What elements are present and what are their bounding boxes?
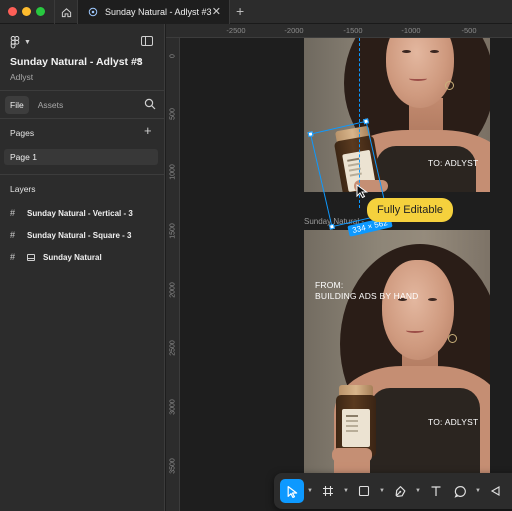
ruler-tick: 3500 (169, 458, 177, 474)
pen-icon (395, 485, 405, 497)
chevron-down-icon[interactable]: ▼ (135, 58, 142, 65)
hand-shape (332, 448, 372, 462)
main-menu-button[interactable]: ▼ (10, 36, 31, 49)
chevron-down-icon[interactable]: ▼ (340, 488, 352, 494)
earring-shape (445, 81, 454, 90)
new-tab-button[interactable]: + (236, 3, 244, 19)
move-tool-button[interactable] (280, 479, 304, 503)
tab-title: Sunday Natural - Adlyst #3 (105, 7, 212, 17)
text-tool-button[interactable] (424, 479, 448, 503)
title-bar: Sunday Natural - Adlyst #3 ✕ + (0, 0, 512, 24)
layers-title: Layers (10, 184, 36, 194)
ruler-tick: 2000 (169, 282, 177, 298)
eye-shape (430, 50, 439, 53)
panel-tabs: File Assets (5, 96, 68, 114)
design-canvas[interactable]: TO: ADLYST Sunday Natural - ... FROM: BU… (180, 38, 512, 511)
tab-file[interactable]: File (5, 96, 29, 114)
file-tab[interactable]: Sunday Natural - Adlyst #3 ✕ (78, 0, 230, 24)
ruler-tick: 3000 (169, 399, 177, 415)
top-shape (376, 146, 476, 192)
layer-label: Sunday Natural (43, 252, 102, 262)
chevron-down-icon: ▼ (24, 39, 31, 46)
pointer-icon (287, 485, 297, 498)
frame-tool-button[interactable] (316, 479, 340, 503)
rectangle-icon (358, 485, 370, 497)
divider (0, 90, 165, 91)
minimize-window-button[interactable] (22, 7, 31, 16)
resize-handle[interactable] (328, 223, 335, 230)
actions-icon (490, 486, 500, 496)
to-adlyst-text: TO: ADLYST (428, 417, 479, 427)
ruler-tick: -1000 (401, 26, 421, 35)
ruler-tick: 1500 (169, 223, 177, 239)
bottom-toolbar: ▼ ▼ ▼ ▼ ▼ (274, 473, 512, 509)
file-name[interactable]: Sunday Natural - Adlyst #3 (10, 56, 143, 68)
chevron-down-icon[interactable]: ▼ (376, 488, 388, 494)
headline-text: BUILDING ADS BY HAND (315, 291, 419, 301)
sidebar-toggle-icon[interactable] (141, 36, 153, 46)
layer-item[interactable]: # Sunday Natural - Square - 3 (10, 228, 131, 242)
team-name[interactable]: Adlyst (10, 72, 33, 82)
layer-item[interactable]: # Sunday Natural (10, 250, 102, 264)
add-page-button[interactable]: + (144, 124, 152, 137)
layer-label: Sunday Natural - Square - 3 (27, 230, 132, 240)
mouth-shape (406, 328, 424, 333)
page-item[interactable]: Page 1 (4, 149, 158, 165)
chevron-down-icon[interactable]: ▼ (412, 488, 424, 494)
to-adlyst-text: TO: ADLYST (428, 158, 479, 168)
ruler-tick: -2500 (226, 26, 246, 35)
home-button[interactable] (54, 0, 78, 24)
square-ad-frame[interactable]: FROM: BUILDING ADS BY HAND TO: ADLYST (304, 230, 490, 475)
search-icon[interactable] (144, 98, 156, 110)
divider (0, 174, 165, 175)
pages-title: Pages (10, 128, 35, 138)
eye-shape (428, 298, 437, 301)
ruler-tick: -500 (461, 26, 477, 35)
earring-shape (448, 334, 457, 343)
from-label: FROM: (315, 280, 344, 290)
horizontal-ruler: -2500 -2000 -1500 -1000 -500 (166, 24, 512, 38)
ruler-tick: -1500 (343, 26, 363, 35)
chevron-down-icon[interactable]: ▼ (304, 488, 316, 494)
product-bottle (336, 385, 376, 457)
ruler-tick: 1000 (169, 164, 177, 180)
close-window-button[interactable] (8, 7, 17, 16)
from-text: FROM: BUILDING ADS BY HAND (315, 280, 419, 302)
frame-icon (323, 486, 333, 496)
mouth-shape (409, 76, 427, 81)
frame-icon: # (10, 208, 16, 218)
layer-label: Sunday Natural - Vertical - 3 (27, 208, 133, 218)
eye-shape (402, 50, 411, 53)
comment-icon (454, 485, 466, 498)
pen-tool-button[interactable] (388, 479, 412, 503)
vertical-ruler: 0 500 1000 1500 2000 2500 3000 3500 (166, 38, 180, 511)
layer-item[interactable]: # Sunday Natural - Vertical - 3 (10, 206, 133, 220)
frame-icon: # (10, 230, 16, 240)
divider (0, 118, 165, 119)
face-shape (382, 260, 454, 360)
shape-tool-button[interactable] (352, 479, 376, 503)
resize-handle[interactable] (307, 131, 314, 138)
text-icon (431, 486, 441, 496)
tab-assets[interactable]: Assets (33, 96, 69, 114)
cursor-arrow-icon (356, 184, 368, 198)
ruler-tick: 0 (169, 54, 177, 58)
close-tab-icon[interactable]: ✕ (212, 6, 221, 18)
comment-tool-button[interactable] (448, 479, 472, 503)
layers-panel: ▼ Sunday Natural - Adlyst #3 ▼ Adlyst Fi… (0, 24, 165, 511)
top-shape (370, 388, 480, 475)
image-icon (27, 253, 35, 261)
file-icon (88, 7, 98, 17)
ruler-tick: 500 (169, 108, 177, 120)
ruler-tick: 2500 (169, 340, 177, 356)
frame-icon: # (10, 252, 16, 262)
home-icon (61, 7, 71, 17)
figma-logo-icon (10, 36, 20, 49)
fully-editable-callout: Fully Editable (367, 198, 454, 222)
ruler-tick: -2000 (284, 26, 304, 35)
maximize-window-button[interactable] (36, 7, 45, 16)
chevron-down-icon[interactable]: ▼ (472, 488, 484, 494)
actions-tool-button[interactable] (484, 479, 508, 503)
